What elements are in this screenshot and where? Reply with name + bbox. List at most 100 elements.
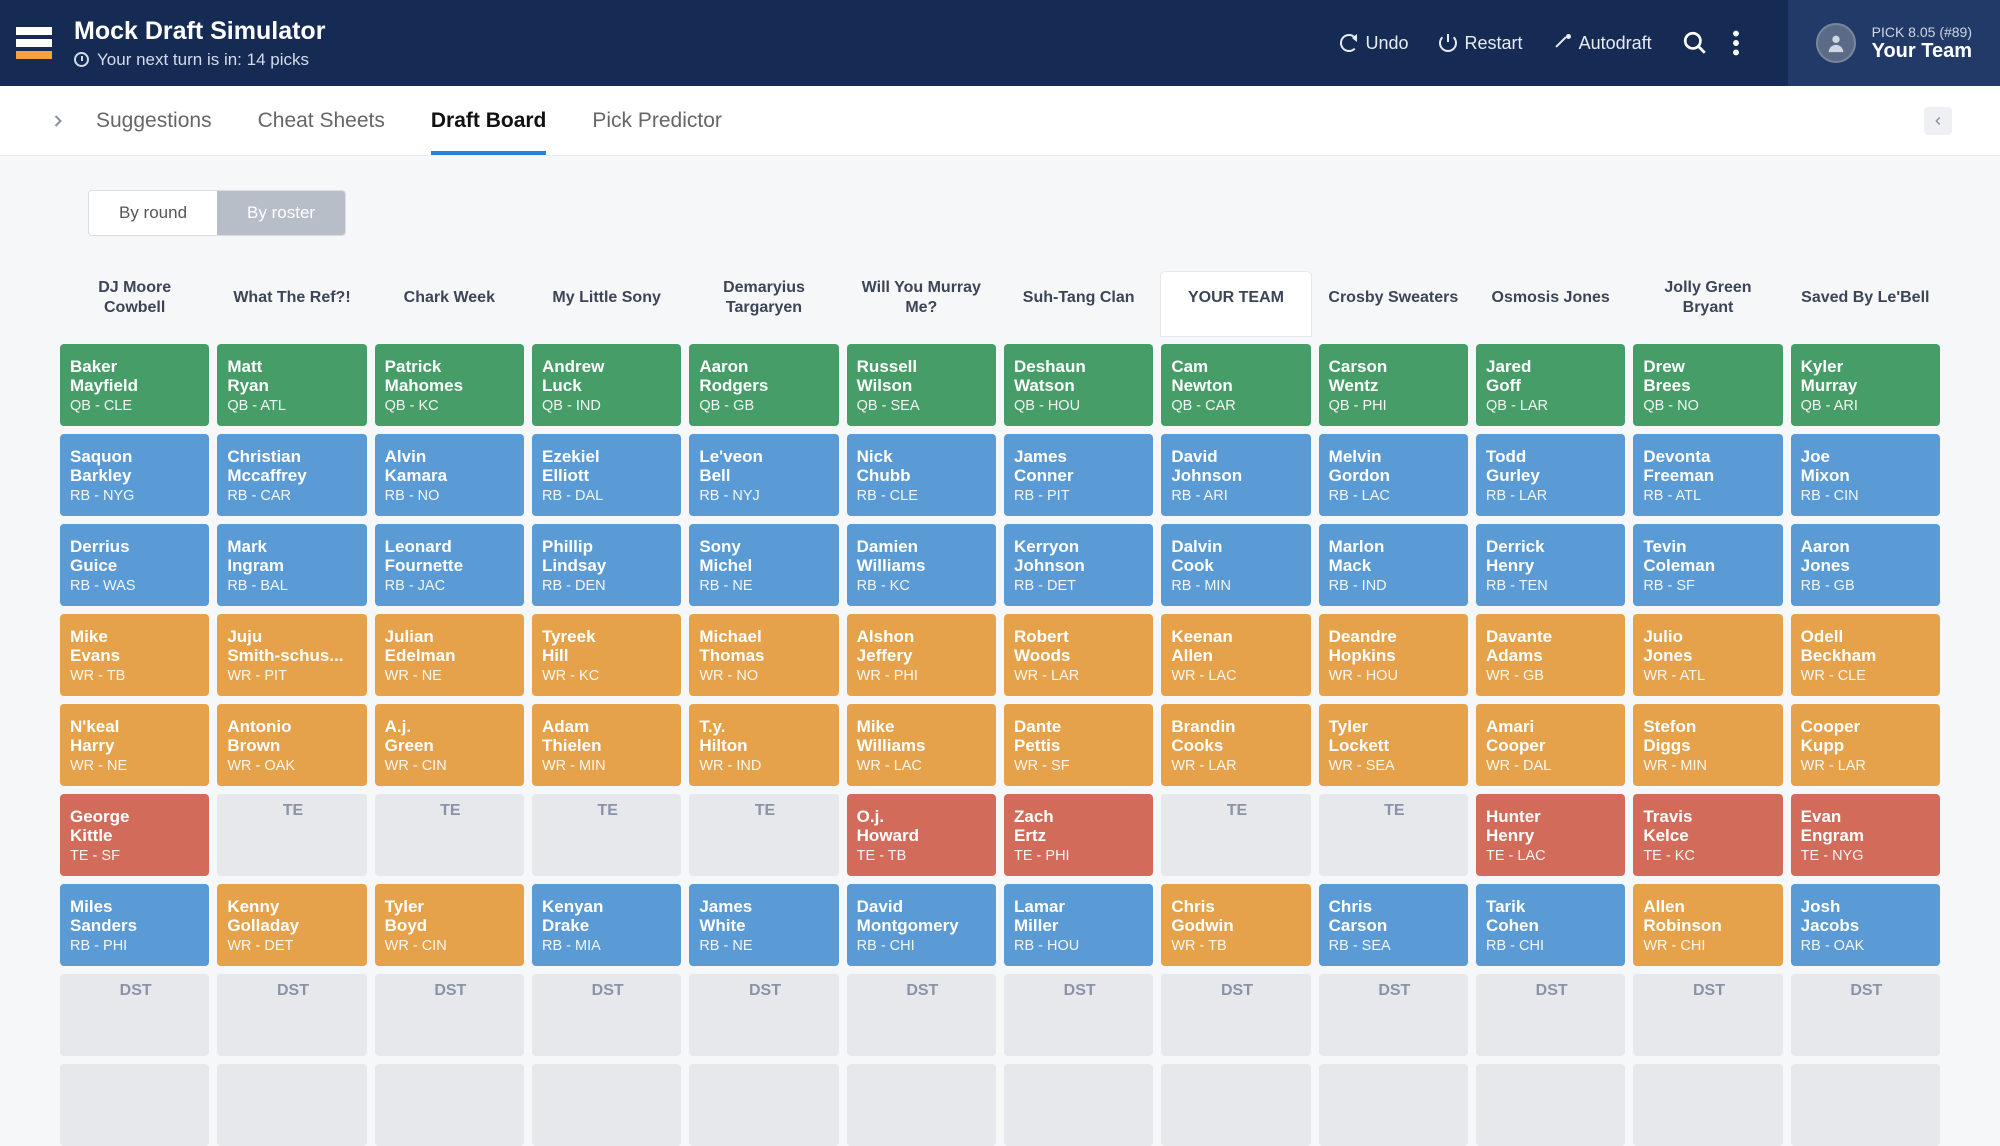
player-card[interactable]: JoeMixonRB - CIN xyxy=(1791,434,1940,516)
player-card[interactable]: DeshaunWatsonQB - HOU xyxy=(1004,344,1153,426)
player-card[interactable]: AmariCooperWR - DAL xyxy=(1476,704,1625,786)
player-card[interactable]: TevinColemanRB - SF xyxy=(1633,524,1782,606)
player-card[interactable]: DerrickHenryRB - TEN xyxy=(1476,524,1625,606)
player-card[interactable]: CamNewtonQB - CAR xyxy=(1161,344,1310,426)
player-card[interactable]: MattRyanQB - ATL xyxy=(217,344,366,426)
player-card[interactable]: AllenRobinsonWR - CHI xyxy=(1633,884,1782,966)
player-card[interactable]: TarikCohenRB - CHI xyxy=(1476,884,1625,966)
player-card[interactable]: ChrisGodwinWR - TB xyxy=(1161,884,1310,966)
team-header[interactable]: My Little Sony xyxy=(532,272,681,336)
player-card[interactable]: HunterHenryTE - LAC xyxy=(1476,794,1625,876)
player-card[interactable]: A.j.GreenWR - CIN xyxy=(375,704,524,786)
player-card[interactable]: RobertWoodsWR - LAR xyxy=(1004,614,1153,696)
team-header[interactable]: Crosby Sweaters xyxy=(1319,272,1468,336)
player-card[interactable]: NickChubbRB - CLE xyxy=(847,434,996,516)
player-card[interactable]: JulioJonesWR - ATL xyxy=(1633,614,1782,696)
player-card[interactable]: BrandinCooksWR - LAR xyxy=(1161,704,1310,786)
tab-draft-board[interactable]: Draft Board xyxy=(431,86,547,155)
player-card[interactable]: DevontaFreemanRB - ATL xyxy=(1633,434,1782,516)
player-card[interactable]: O.j.HowardTE - TB xyxy=(847,794,996,876)
team-header[interactable]: Demaryius Targaryen xyxy=(689,272,838,336)
player-card[interactable]: LamarMillerRB - HOU xyxy=(1004,884,1153,966)
team-header[interactable]: Osmosis Jones xyxy=(1476,272,1625,336)
player-card[interactable]: MilesSandersRB - PHI xyxy=(60,884,209,966)
player-card[interactable]: SonyMichelRB - NE xyxy=(689,524,838,606)
player-card[interactable]: BakerMayfieldQB - CLE xyxy=(60,344,209,426)
team-header[interactable]: DJ Moore Cowbell xyxy=(60,272,209,336)
player-card[interactable]: SaquonBarkleyRB - NYG xyxy=(60,434,209,516)
team-header[interactable]: YOUR TEAM xyxy=(1161,272,1310,336)
player-card[interactable]: DamienWilliamsRB - KC xyxy=(847,524,996,606)
more-icon[interactable] xyxy=(1732,30,1740,56)
team-header[interactable]: Will You Murray Me? xyxy=(847,272,996,336)
player-card[interactable]: PatrickMahomesQB - KC xyxy=(375,344,524,426)
player-card[interactable]: TylerLockettWR - SEA xyxy=(1319,704,1468,786)
tab-cheat-sheets[interactable]: Cheat Sheets xyxy=(258,86,385,155)
expand-left-icon[interactable] xyxy=(48,111,68,131)
player-card[interactable]: AlvinKamaraRB - NO xyxy=(375,434,524,516)
player-card[interactable]: CarsonWentzQB - PHI xyxy=(1319,344,1468,426)
player-card[interactable]: ZachErtzTE - PHI xyxy=(1004,794,1153,876)
player-card[interactable]: ToddGurleyRB - LAR xyxy=(1476,434,1625,516)
player-card[interactable]: CooperKuppWR - LAR xyxy=(1791,704,1940,786)
player-card[interactable]: DavanteAdamsWR - GB xyxy=(1476,614,1625,696)
player-card[interactable]: LeonardFournetteRB - JAC xyxy=(375,524,524,606)
team-header[interactable]: Suh-Tang Clan xyxy=(1004,272,1153,336)
player-card[interactable]: DalvinCookRB - MIN xyxy=(1161,524,1310,606)
by-round-toggle[interactable]: By round xyxy=(89,191,217,235)
player-card[interactable]: MarkIngramRB - BAL xyxy=(217,524,366,606)
restart-button[interactable]: Restart xyxy=(1439,33,1523,54)
player-card[interactable]: OdellBeckhamWR - CLE xyxy=(1791,614,1940,696)
your-team-panel[interactable]: PICK 8.05 (#89) Your Team xyxy=(1788,0,2000,86)
player-card[interactable]: MikeEvansWR - TB xyxy=(60,614,209,696)
player-card[interactable]: JaredGoffQB - LAR xyxy=(1476,344,1625,426)
player-card[interactable]: KenyanDrakeRB - MIA xyxy=(532,884,681,966)
player-card[interactable]: AdamThielenWR - MIN xyxy=(532,704,681,786)
undo-button[interactable]: Undo xyxy=(1340,33,1409,54)
player-card[interactable]: StefonDiggsWR - MIN xyxy=(1633,704,1782,786)
player-card[interactable]: DeandreHopkinsWR - HOU xyxy=(1319,614,1468,696)
tab-suggestions[interactable]: Suggestions xyxy=(96,86,212,155)
player-card[interactable]: TyreekHillWR - KC xyxy=(532,614,681,696)
player-card[interactable]: AaronJonesRB - GB xyxy=(1791,524,1940,606)
player-card[interactable]: MarlonMackRB - IND xyxy=(1319,524,1468,606)
autodraft-button[interactable]: Autodraft xyxy=(1553,33,1652,54)
player-card[interactable]: JulianEdelmanWR - NE xyxy=(375,614,524,696)
player-card[interactable]: AndrewLuckQB - IND xyxy=(532,344,681,426)
player-card[interactable]: AaronRodgersQB - GB xyxy=(689,344,838,426)
player-card[interactable]: JujuSmith-schus...WR - PIT xyxy=(217,614,366,696)
player-card[interactable]: PhillipLindsayRB - DEN xyxy=(532,524,681,606)
player-card[interactable]: EvanEngramTE - NYG xyxy=(1791,794,1940,876)
player-card[interactable]: MikeWilliamsWR - LAC xyxy=(847,704,996,786)
search-icon[interactable] xyxy=(1682,30,1708,56)
team-header[interactable]: Jolly Green Bryant xyxy=(1633,272,1782,336)
player-card[interactable]: DavidMontgomeryRB - CHI xyxy=(847,884,996,966)
player-card[interactable]: ChrisCarsonRB - SEA xyxy=(1319,884,1468,966)
player-card[interactable]: EzekielElliottRB - DAL xyxy=(532,434,681,516)
expand-right-icon[interactable] xyxy=(1924,107,1952,135)
player-card[interactable]: AlshonJefferyWR - PHI xyxy=(847,614,996,696)
player-card[interactable]: MichaelThomasWR - NO xyxy=(689,614,838,696)
player-card[interactable]: DavidJohnsonRB - ARI xyxy=(1161,434,1310,516)
player-card[interactable]: N'kealHarryWR - NE xyxy=(60,704,209,786)
player-card[interactable]: GeorgeKittleTE - SF xyxy=(60,794,209,876)
player-card[interactable]: KeenanAllenWR - LAC xyxy=(1161,614,1310,696)
team-header[interactable]: What The Ref?! xyxy=(217,272,366,336)
player-card[interactable]: ChristianMccaffreyRB - CAR xyxy=(217,434,366,516)
player-card[interactable]: T.y.HiltonWR - IND xyxy=(689,704,838,786)
player-card[interactable]: DrewBreesQB - NO xyxy=(1633,344,1782,426)
player-card[interactable]: JoshJacobsRB - OAK xyxy=(1791,884,1940,966)
player-card[interactable]: RussellWilsonQB - SEA xyxy=(847,344,996,426)
player-card[interactable]: AntonioBrownWR - OAK xyxy=(217,704,366,786)
player-card[interactable]: DantePettisWR - SF xyxy=(1004,704,1153,786)
player-card[interactable]: JamesConnerRB - PIT xyxy=(1004,434,1153,516)
player-card[interactable]: TylerBoydWR - CIN xyxy=(375,884,524,966)
by-roster-toggle[interactable]: By roster xyxy=(217,191,345,235)
player-card[interactable]: MelvinGordonRB - LAC xyxy=(1319,434,1468,516)
player-card[interactable]: KylerMurrayQB - ARI xyxy=(1791,344,1940,426)
player-card[interactable]: KennyGolladayWR - DET xyxy=(217,884,366,966)
player-card[interactable]: TravisKelceTE - KC xyxy=(1633,794,1782,876)
tab-pick-predictor[interactable]: Pick Predictor xyxy=(592,86,722,155)
player-card[interactable]: JamesWhiteRB - NE xyxy=(689,884,838,966)
team-header[interactable]: Chark Week xyxy=(375,272,524,336)
